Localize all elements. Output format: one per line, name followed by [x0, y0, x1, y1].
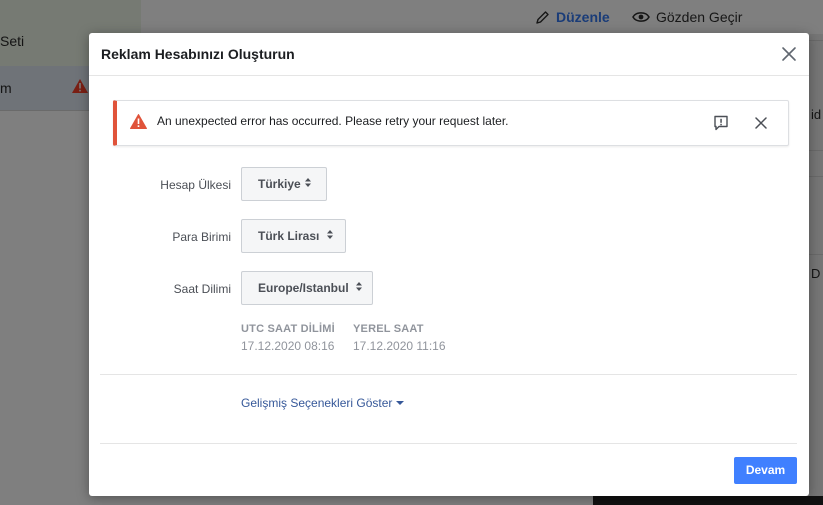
timezone-label: Saat Dilimi [173, 282, 231, 296]
advanced-options-label: Gelişmiş Seçenekleri Göster [241, 396, 393, 410]
background-preview-button: Gözden Geçir [632, 9, 742, 25]
background-edit-label: Düzenle [556, 9, 610, 25]
currency-select[interactable]: Türk Lirası [241, 219, 346, 253]
divider [100, 374, 797, 375]
background-right-text: id [811, 107, 822, 122]
close-icon[interactable] [781, 46, 797, 62]
warning-icon [72, 79, 88, 93]
currency-label: Para Birimi [172, 230, 231, 244]
country-label: Hesap Ülkesi [160, 178, 231, 192]
utc-time-value: 17.12.2020 08:16 [241, 339, 335, 353]
error-banner: An unexpected error has occurred. Please… [113, 100, 789, 146]
divider [100, 443, 797, 444]
advanced-options-link[interactable]: Gelişmiş Seçenekleri Göster [241, 396, 405, 410]
sort-arrows-icon [356, 282, 363, 293]
background-right-text: D [811, 266, 821, 281]
caret-down-icon [396, 401, 405, 405]
background-divider [809, 40, 823, 41]
background-bottom-strip [141, 496, 823, 505]
report-problem-icon[interactable] [713, 115, 729, 131]
pencil-icon [536, 10, 549, 24]
dialog-header: Reklam Hesabınızı Oluşturun [89, 33, 809, 76]
sort-arrows-icon [326, 230, 333, 241]
utc-time-header: UTC SAAT DİLİMİ [241, 323, 335, 335]
background-preview-label: Gözden Geçir [656, 9, 743, 25]
currency-value: Türk Lirası [258, 229, 320, 243]
local-time-header: YEREL SAAT [353, 323, 424, 335]
background-edit-button: Düzenle [535, 9, 610, 25]
background-divider [809, 150, 823, 151]
timezone-value: Europe/Istanbul [258, 281, 349, 295]
background-right-panel: id D [809, 34, 823, 505]
background-dark-area [593, 496, 823, 505]
sort-arrows-icon [304, 178, 311, 189]
background-divider [809, 176, 823, 177]
continue-button[interactable]: Devam [734, 457, 797, 484]
background-divider [809, 254, 823, 255]
country-select[interactable]: Türkiye [241, 167, 327, 201]
timezone-select[interactable]: Europe/Istanbul [241, 271, 373, 305]
create-ad-account-dialog: Reklam Hesabınızı Oluşturun An unexpecte… [89, 33, 809, 496]
background-sidebar-text: m [0, 80, 12, 96]
local-time-value: 17.12.2020 11:16 [353, 339, 446, 353]
warning-icon [130, 114, 147, 129]
error-message: An unexpected error has occurred. Please… [157, 114, 509, 128]
dismiss-error-icon[interactable] [754, 116, 768, 130]
country-value: Türkiye [258, 177, 301, 191]
background-sidebar-text: Seti [0, 33, 25, 49]
dialog-title: Reklam Hesabınızı Oluşturun [101, 46, 295, 62]
background-toolbar: Düzenle Gözden Geçir [141, 0, 823, 34]
eye-icon [632, 12, 650, 22]
